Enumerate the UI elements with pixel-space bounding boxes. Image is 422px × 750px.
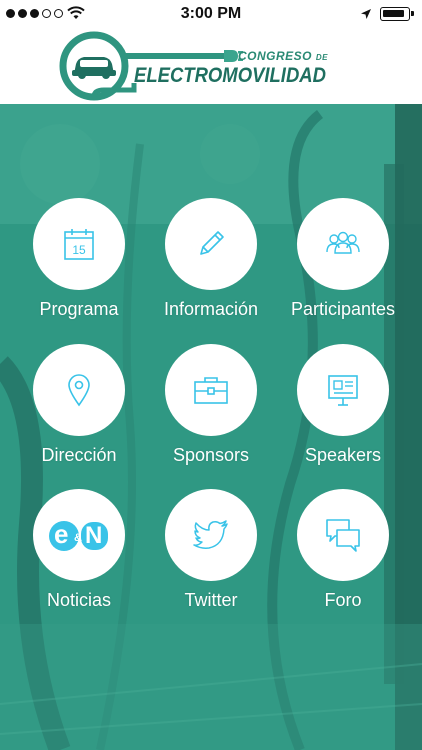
app-header: CONGRESO DE ELECTROMOVILIDAD — [0, 28, 422, 104]
logo-text-electromovilidad: ELECTROMOVILIDAD — [134, 64, 326, 87]
menu-item-circle[interactable] — [297, 344, 389, 436]
main-menu-area: 15 Programa Información Participantes Di… — [0, 104, 422, 750]
en-logo-letter-e: e — [54, 519, 69, 549]
menu-item-label: Programa — [39, 299, 119, 319]
menu-item-circle[interactable] — [165, 198, 257, 290]
battery-icon — [380, 7, 414, 21]
menu-item-twitter[interactable]: Twitter — [145, 489, 277, 634]
en-logo-ampersand: & — [74, 532, 82, 544]
menu-item-label: Speakers — [304, 445, 382, 465]
menu-item-circle[interactable] — [165, 344, 257, 436]
menu-item-label: Dirección — [41, 445, 117, 465]
menu-item-programa[interactable]: 15 Programa — [13, 198, 145, 343]
menu-item-label: Foro — [324, 590, 362, 610]
menu-grid: 15 Programa Información Participantes Di… — [0, 104, 422, 750]
presentation-icon — [328, 375, 358, 406]
twitter-bird-icon — [193, 520, 228, 549]
menu-item-participantes[interactable]: Participantes — [277, 198, 409, 343]
location-pin-icon — [68, 374, 90, 407]
status-time: 3:00 PM — [180, 5, 242, 22]
location-arrow-icon — [360, 7, 372, 24]
status-bar: 3:00 PM — [0, 0, 422, 28]
menu-item-circle[interactable]: 15 — [33, 198, 125, 290]
menu-item-circle[interactable] — [297, 198, 389, 290]
en-logo-letter-n: N — [85, 522, 103, 549]
menu-item-label: Sponsors — [172, 445, 250, 465]
briefcase-icon — [194, 377, 228, 404]
menu-item-label: Información — [163, 299, 259, 319]
menu-item-label: Participantes — [290, 299, 396, 319]
menu-item-label: Noticias — [46, 590, 112, 610]
logo-text-congreso: CONGRESO DE — [238, 49, 328, 63]
people-icon — [326, 231, 360, 254]
pencil-icon — [200, 231, 224, 255]
menu-item-circle[interactable]: e & N — [33, 489, 125, 581]
menu-item-label: Twitter — [184, 590, 238, 610]
menu-item-informacion[interactable]: Información — [145, 198, 277, 343]
en-logo-icon: e & N — [48, 517, 110, 553]
menu-item-sponsors[interactable]: Sponsors — [145, 344, 277, 489]
menu-item-direccion[interactable]: Dirección — [13, 344, 145, 489]
calendar-icon: 15 — [64, 229, 94, 260]
menu-item-circle[interactable] — [297, 489, 389, 581]
menu-item-speakers[interactable]: Speakers — [277, 344, 409, 489]
menu-item-circle[interactable] — [165, 489, 257, 581]
chat-bubbles-icon — [326, 519, 360, 552]
calendar-day-number: 15 — [72, 243, 86, 257]
menu-item-noticias[interactable]: e & N Noticias — [13, 489, 145, 634]
menu-item-foro[interactable]: Foro — [277, 489, 409, 634]
menu-item-circle[interactable] — [33, 344, 125, 436]
